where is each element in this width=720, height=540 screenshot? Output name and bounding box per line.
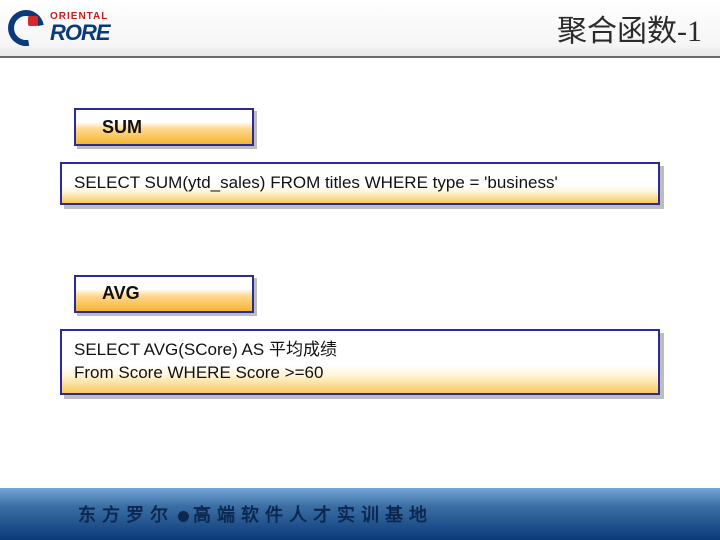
logo: ORIENTAL RORE [8,10,110,46]
section-avg: AVG SELECT AVG(SCore) AS 平均成绩 From Score… [60,275,660,395]
main-content: SUM SELECT SUM(ytd_sales) FROM titles WH… [0,58,720,395]
logo-text: ORIENTAL RORE [50,12,110,44]
code-avg: SELECT AVG(SCore) AS 平均成绩 From Score WHE… [60,329,660,395]
bullet-icon [178,511,189,522]
footer-text: 东方罗尔高端软件人才实训基地 [78,501,433,527]
section-sum: SUM SELECT SUM(ytd_sales) FROM titles WH… [60,108,660,205]
label-avg: AVG [74,275,254,313]
slide-header: ORIENTAL RORE 聚合函数-1 [0,0,720,58]
logo-title: RORE [50,22,110,44]
footer-left: 东方罗尔 [78,505,174,525]
footer-right: 高端软件人才实训基地 [193,505,433,525]
label-sum: SUM [74,108,254,146]
page-title: 聚合函数-1 [557,6,702,50]
code-sum: SELECT SUM(ytd_sales) FROM titles WHERE … [60,162,660,205]
slide-footer: 东方罗尔高端软件人才实训基地 [0,488,720,540]
logo-mark-icon [8,10,44,46]
